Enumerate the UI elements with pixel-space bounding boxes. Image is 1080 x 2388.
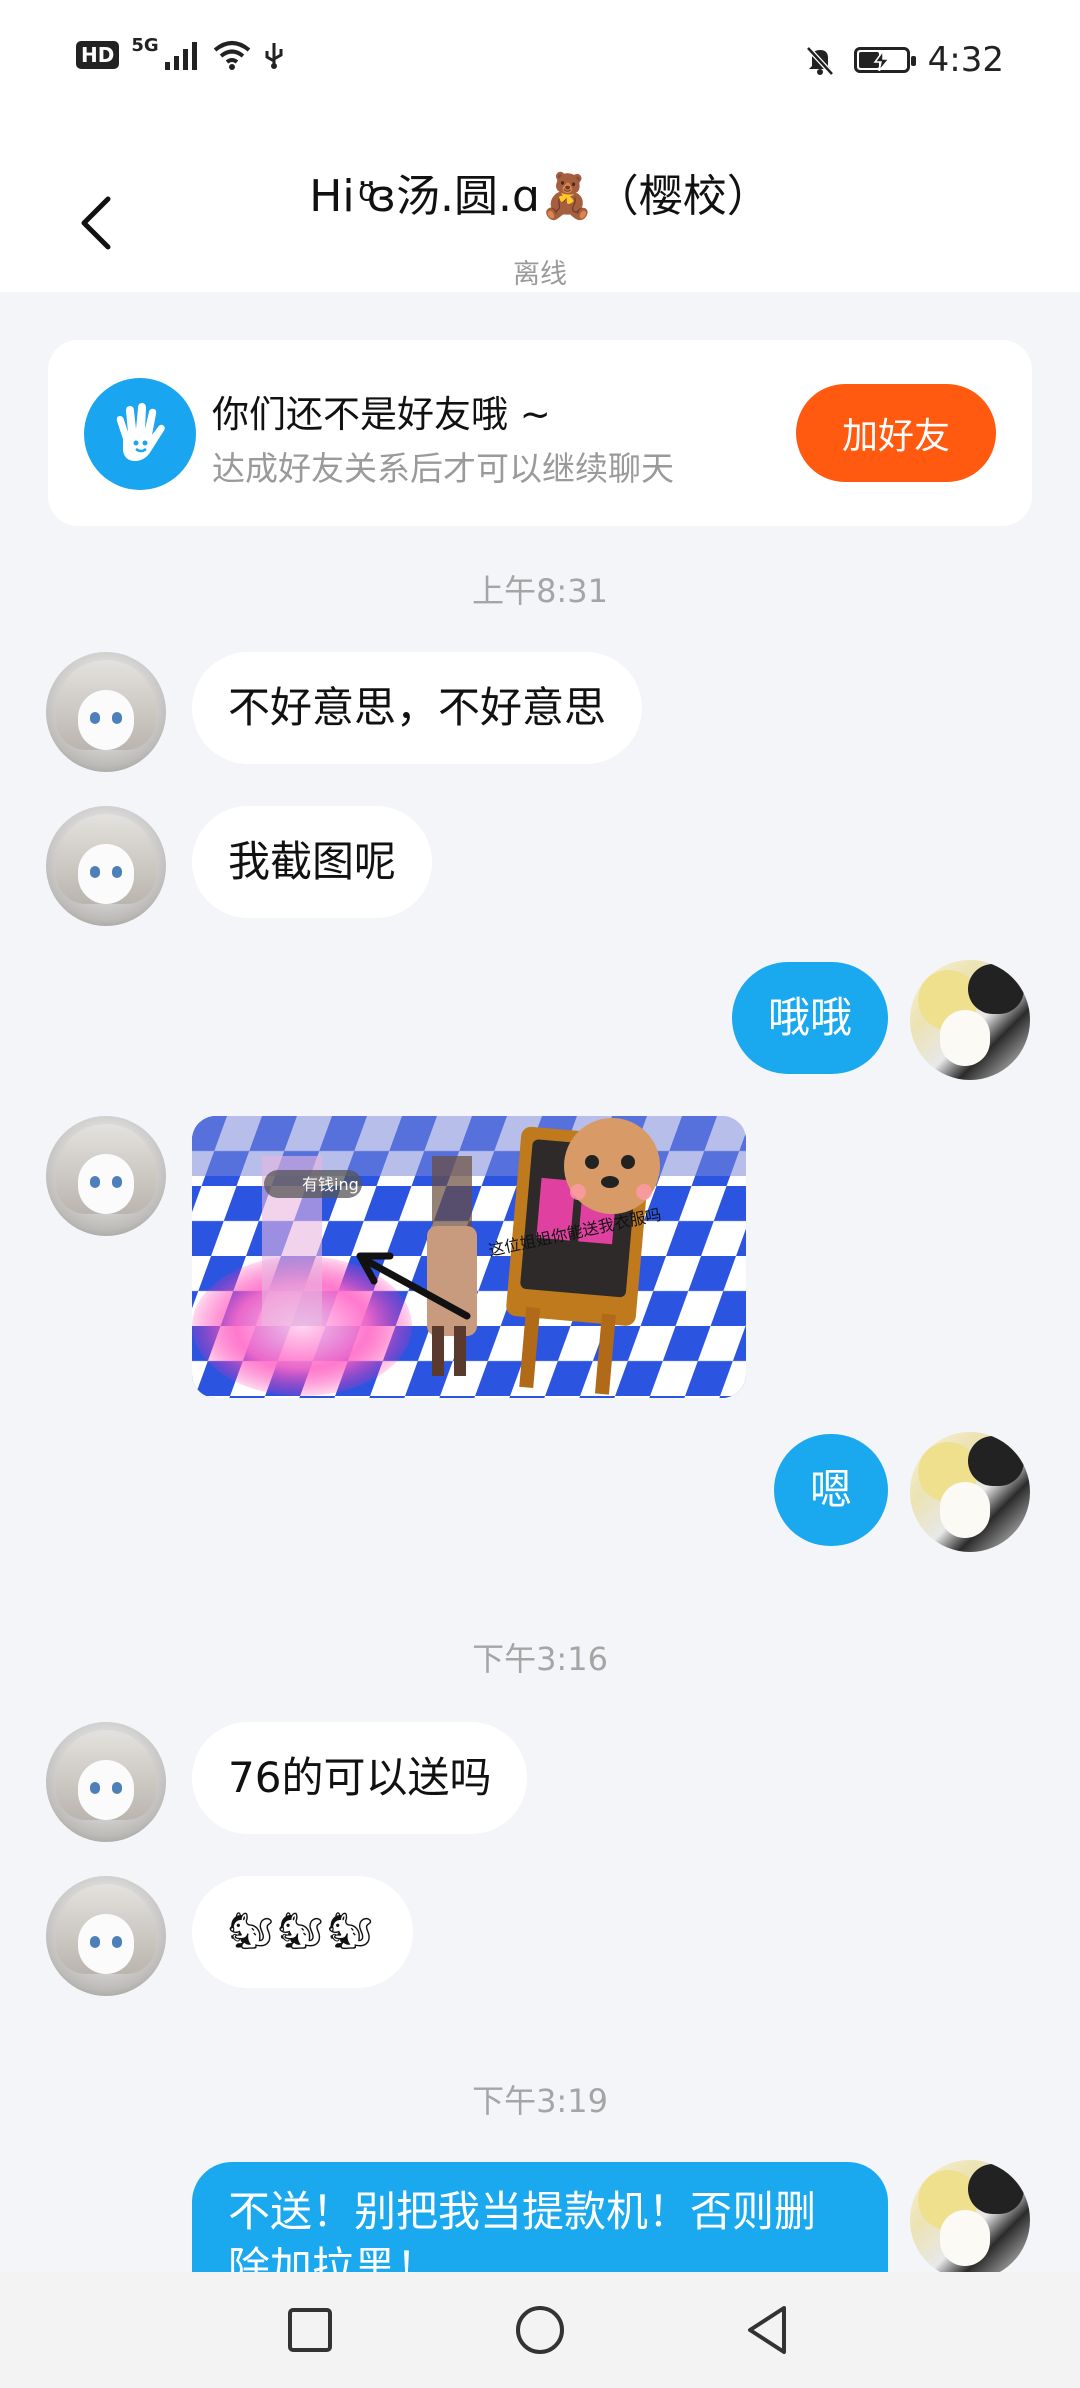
my-avatar[interactable] [910, 2160, 1030, 2280]
card-title: 你们还不是好友哦 ~ [212, 393, 551, 436]
signal-icon [164, 42, 197, 70]
usb-icon [265, 43, 283, 69]
home-circle-icon[interactable] [512, 2302, 568, 2358]
recents-square-icon[interactable] [282, 2302, 338, 2358]
mute-bell-icon [805, 46, 834, 76]
online-status: 离线 [513, 259, 567, 290]
my-avatar[interactable] [910, 1432, 1030, 1552]
hand-wave-icon [84, 378, 196, 490]
image-tag-text: 有钱ing [302, 1175, 359, 1194]
message-bubble-incoming[interactable]: 76的可以送吗 [192, 1722, 528, 1834]
not-friend-card: 你们还不是好友哦 ~ 达成好友关系后才可以继续聊天 加好友 [48, 340, 1032, 526]
timestamp: 上午8:31 [472, 572, 608, 610]
chat-header: Hi ͦ̈ɞ汤.圆.ɑ🧸（樱校） 离线 [0, 130, 1080, 292]
system-nav-bar [0, 2272, 1080, 2388]
status-time: 4:32 [927, 40, 1004, 80]
avatar[interactable] [46, 1116, 166, 1236]
avatar[interactable] [46, 1876, 166, 1996]
message-bubble-outgoing[interactable]: 嗯 [773, 1434, 888, 1546]
avatar[interactable] [46, 652, 166, 772]
status-right: 4:32 [804, 40, 1004, 80]
message-bubble-emoji[interactable]: 🐿🐿🐿 [192, 1876, 414, 1988]
status-left: HD 5G [76, 35, 285, 70]
wifi-icon [213, 41, 250, 70]
message-bubble-incoming[interactable]: 我截图呢 [192, 806, 433, 918]
image-message[interactable]: 有钱ing 这位姐姐你能送我衣服吗 [192, 1116, 746, 1398]
timestamp: 下午3:16 [472, 1640, 608, 1678]
hd-icon: HD [76, 41, 120, 69]
screenshot-image: 有钱ing 这位姐姐你能送我衣服吗 [192, 1116, 746, 1398]
message-bubble-outgoing[interactable]: 哦哦 [731, 962, 888, 1074]
avatar[interactable] [46, 1722, 166, 1842]
my-avatar[interactable] [910, 960, 1030, 1080]
contact-name[interactable]: Hi ͦ̈ɞ汤.圆.ɑ🧸（樱校） [0, 160, 1080, 224]
avatar[interactable] [46, 806, 166, 926]
add-friend-button[interactable]: 加好友 [796, 384, 996, 482]
timestamp: 下午3:19 [472, 2082, 608, 2120]
network-type-label: 5G [131, 34, 159, 56]
back-triangle-icon[interactable] [740, 2302, 796, 2358]
status-bar: HD 5G 4:32 [0, 0, 1080, 130]
message-bubble-incoming[interactable]: 不好意思，不好意思 [192, 652, 643, 764]
card-subtitle: 达成好友关系后才可以继续聊天 [212, 449, 674, 488]
battery-charging-icon [853, 47, 916, 73]
